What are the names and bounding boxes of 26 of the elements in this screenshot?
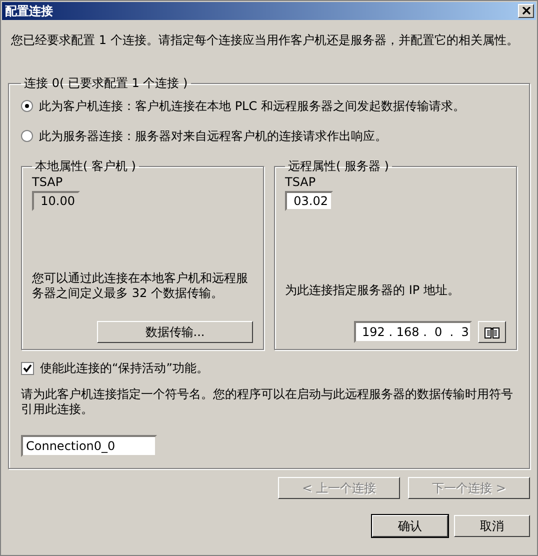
description-text: 您可以通过此连接在本地客户机和远程服务器之间定义最多 32 个数据传输。 [32,271,249,301]
radio-button[interactable] [21,130,33,142]
tsap-label: TSAP [285,175,316,189]
address-book-button[interactable] [478,321,506,343]
group-title: 远程属性( 服务器 ) [287,158,390,175]
group-title: 本地属性( 客户机 ) [34,158,137,175]
window-title: 配置连接 [5,2,53,20]
data-transfer-button[interactable]: 数据传输... [97,321,253,343]
tsap-label: TSAP [32,175,63,189]
checkbox-label: 使能此连接的“保持活动”功能。 [40,360,208,377]
checkbox[interactable] [21,362,34,375]
close-button[interactable] [518,4,534,18]
radio-label: 此为客户机连接：客户机连接在本地 PLC 和远程服务器之间发起数据传输请求。 [39,98,465,114]
cancel-button[interactable]: 取消 [454,515,530,537]
description-text: 请为此客户机连接指定一个符号名。您的程序可以在启动与此远程服务器的数据传输时用符号引用此连接。 [21,387,514,417]
radio-button[interactable] [21,100,33,112]
ip-address-field[interactable]: 192 . 168 . 0 . 3 [354,321,472,343]
book-icon [484,326,500,338]
tsap-field[interactable]: 03.02 [285,191,333,211]
description-text: 为此连接指定服务器的 IP 地址。 [285,283,460,298]
intro-text: 您已经要求配置 1 个连接。请指定每个连接应当用作客户机还是服务器，并配置它的相关属性。 [11,32,520,49]
group-title: 连接 0( 已要求配置 1 个连接 ) [23,75,189,92]
ok-button[interactable]: 确认 [372,515,448,537]
close-icon [522,7,530,15]
radio-label: 此为服务器连接：服务器对来自远程客户机的连接请求作出响应。 [39,128,387,144]
symbol-name-field[interactable]: Connection0_0 [21,435,157,457]
